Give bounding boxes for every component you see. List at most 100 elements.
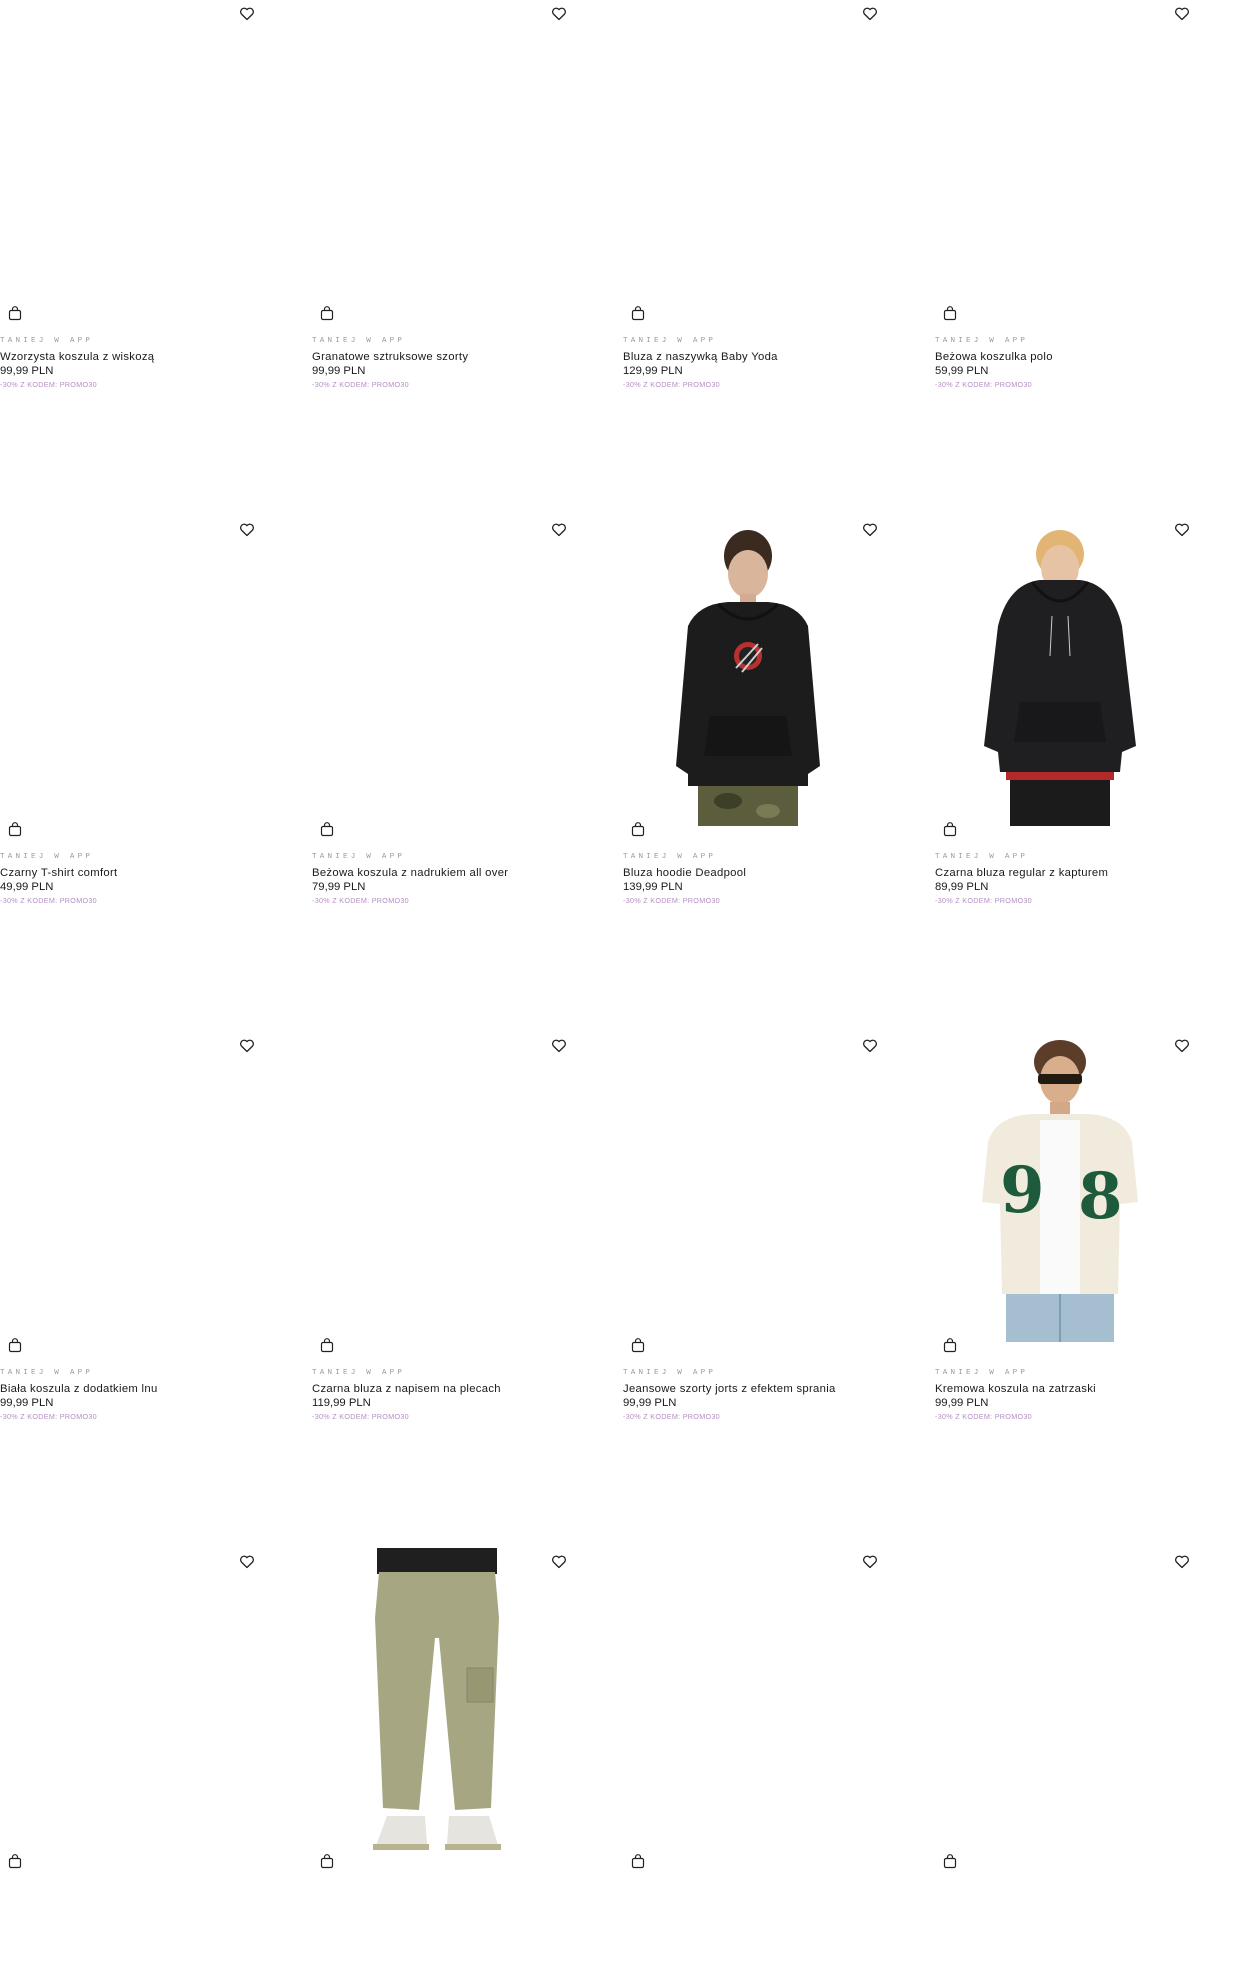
promo-code: -30% Z KODEM: PROMO30 [0, 1412, 97, 1421]
promo-code: -30% Z KODEM: PROMO30 [935, 896, 1032, 905]
product-price: 99,99 PLN [312, 365, 366, 377]
product-price: 99,99 PLN [0, 365, 54, 377]
shopping-bag-icon[interactable] [8, 1338, 22, 1353]
product-name[interactable]: Jeansowe szorty jorts z efektem sprania [623, 1382, 873, 1396]
heart-icon[interactable] [862, 1554, 878, 1570]
product-image[interactable] [312, 1032, 562, 1342]
heart-icon[interactable] [239, 1038, 255, 1054]
shopping-bag-icon[interactable] [8, 822, 22, 837]
product-image[interactable] [312, 516, 562, 826]
heart-icon[interactable] [551, 522, 567, 538]
svg-text:9: 9 [1000, 1153, 1045, 1228]
product-image[interactable] [0, 1548, 250, 1858]
shopping-bag-icon[interactable] [8, 306, 22, 321]
heart-icon[interactable] [1174, 1554, 1190, 1570]
heart-icon[interactable] [239, 1554, 255, 1570]
promo-code: -30% Z KODEM: PROMO30 [0, 380, 97, 389]
product-info: TANIEJ W APP Biała koszula z dodatkiem l… [0, 1368, 250, 1422]
product-image[interactable] [312, 1548, 562, 1858]
product-name[interactable]: Bluza z naszywką Baby Yoda [623, 350, 873, 364]
shopping-bag-icon[interactable] [8, 1854, 22, 1869]
product-info: TANIEJ W APP Czarny T-shirt comfort 49,9… [0, 852, 250, 906]
product-info: TANIEJ W APP Czarna bluza z napisem na p… [312, 1368, 562, 1422]
product-name[interactable]: Czarna bluza z napisem na plecach [312, 1382, 562, 1396]
product-image[interactable] [623, 1548, 873, 1858]
promo-tag: TANIEJ W APP [935, 1369, 1029, 1377]
promo-tag: TANIEJ W APP [623, 1369, 717, 1377]
promo-tag: TANIEJ W APP [0, 853, 94, 861]
product-image[interactable] [623, 516, 873, 826]
promo-tag: TANIEJ W APP [0, 337, 94, 345]
shopping-bag-icon[interactable] [943, 1854, 957, 1869]
shopping-bag-icon[interactable] [631, 822, 645, 837]
product-price: 99,99 PLN [623, 1397, 677, 1409]
promo-code: -30% Z KODEM: PROMO30 [312, 1412, 409, 1421]
promo-tag: TANIEJ W APP [312, 337, 406, 345]
product-name[interactable]: Wzorzysta koszula z wiskozą [0, 350, 250, 364]
product-image[interactable] [935, 0, 1185, 310]
heart-icon[interactable] [551, 6, 567, 22]
product-info: TANIEJ W APP Jeansowe szorty jorts z efe… [623, 1368, 873, 1422]
shopping-bag-icon[interactable] [320, 1854, 334, 1869]
shopping-bag-icon[interactable] [943, 822, 957, 837]
product-name[interactable]: Beżowa koszula z nadrukiem all over [312, 866, 562, 880]
product-price: 49,99 PLN [0, 881, 54, 893]
promo-code: -30% Z KODEM: PROMO30 [0, 896, 97, 905]
promo-tag: TANIEJ W APP [312, 1369, 406, 1377]
product-image[interactable] [935, 516, 1185, 826]
heart-icon[interactable] [1174, 1038, 1190, 1054]
heart-icon[interactable] [1174, 6, 1190, 22]
shopping-bag-icon[interactable] [631, 306, 645, 321]
product-name[interactable]: Bluza hoodie Deadpool [623, 866, 873, 880]
product-info: TANIEJ W APP Beżowa koszulka polo 59,99 … [935, 336, 1185, 390]
shopping-bag-icon[interactable] [631, 1854, 645, 1869]
product-info: TANIEJ W APP Czarna bluza regular z kapt… [935, 852, 1185, 906]
product-info: TANIEJ W APP Kremowa koszula na zatrzask… [935, 1368, 1185, 1422]
product-info: TANIEJ W APP Wzorzysta koszula z wiskozą… [0, 336, 250, 390]
product-image[interactable]: 9 8 [935, 1032, 1185, 1342]
product-info: TANIEJ W APP Bluza hoodie Deadpool 139,9… [623, 852, 873, 906]
product-price: 59,99 PLN [935, 365, 989, 377]
product-image[interactable] [0, 516, 250, 826]
product-price: 79,99 PLN [312, 881, 366, 893]
product-name[interactable]: Granatowe sztruksowe szorty [312, 350, 562, 364]
promo-tag: TANIEJ W APP [623, 853, 717, 861]
product-info: TANIEJ W APP Beżowa koszula z nadrukiem … [312, 852, 562, 906]
product-image[interactable] [0, 0, 250, 310]
heart-icon[interactable] [862, 1038, 878, 1054]
promo-code: -30% Z KODEM: PROMO30 [623, 896, 720, 905]
product-photo [984, 530, 1136, 826]
shopping-bag-icon[interactable] [320, 1338, 334, 1353]
heart-icon[interactable] [862, 6, 878, 22]
product-image[interactable] [623, 1032, 873, 1342]
product-name[interactable]: Czarny T-shirt comfort [0, 866, 250, 880]
heart-icon[interactable] [862, 522, 878, 538]
product-image[interactable] [935, 1548, 1185, 1858]
product-image[interactable] [0, 1032, 250, 1342]
promo-tag: TANIEJ W APP [623, 337, 717, 345]
product-name[interactable]: Czarna bluza regular z kapturem [935, 866, 1185, 880]
shopping-bag-icon[interactable] [943, 1338, 957, 1353]
heart-icon[interactable] [239, 6, 255, 22]
shopping-bag-icon[interactable] [943, 306, 957, 321]
promo-code: -30% Z KODEM: PROMO30 [935, 380, 1032, 389]
product-info: TANIEJ W APP Granatowe sztruksowe szorty… [312, 336, 562, 390]
promo-code: -30% Z KODEM: PROMO30 [312, 380, 409, 389]
product-name[interactable]: Kremowa koszula na zatrzaski [935, 1382, 1185, 1396]
product-image[interactable] [623, 0, 873, 310]
heart-icon[interactable] [551, 1554, 567, 1570]
shopping-bag-icon[interactable] [320, 306, 334, 321]
product-price: 99,99 PLN [935, 1397, 989, 1409]
heart-icon[interactable] [239, 522, 255, 538]
product-name[interactable]: Biała koszula z dodatkiem lnu [0, 1382, 250, 1396]
product-price: 89,99 PLN [935, 881, 989, 893]
product-image[interactable] [312, 0, 562, 310]
shopping-bag-icon[interactable] [631, 1338, 645, 1353]
product-price: 119,99 PLN [312, 1397, 371, 1409]
heart-icon[interactable] [1174, 522, 1190, 538]
shopping-bag-icon[interactable] [320, 822, 334, 837]
promo-tag: TANIEJ W APP [935, 337, 1029, 345]
promo-code: -30% Z KODEM: PROMO30 [935, 1412, 1032, 1421]
heart-icon[interactable] [551, 1038, 567, 1054]
product-name[interactable]: Beżowa koszulka polo [935, 350, 1185, 364]
